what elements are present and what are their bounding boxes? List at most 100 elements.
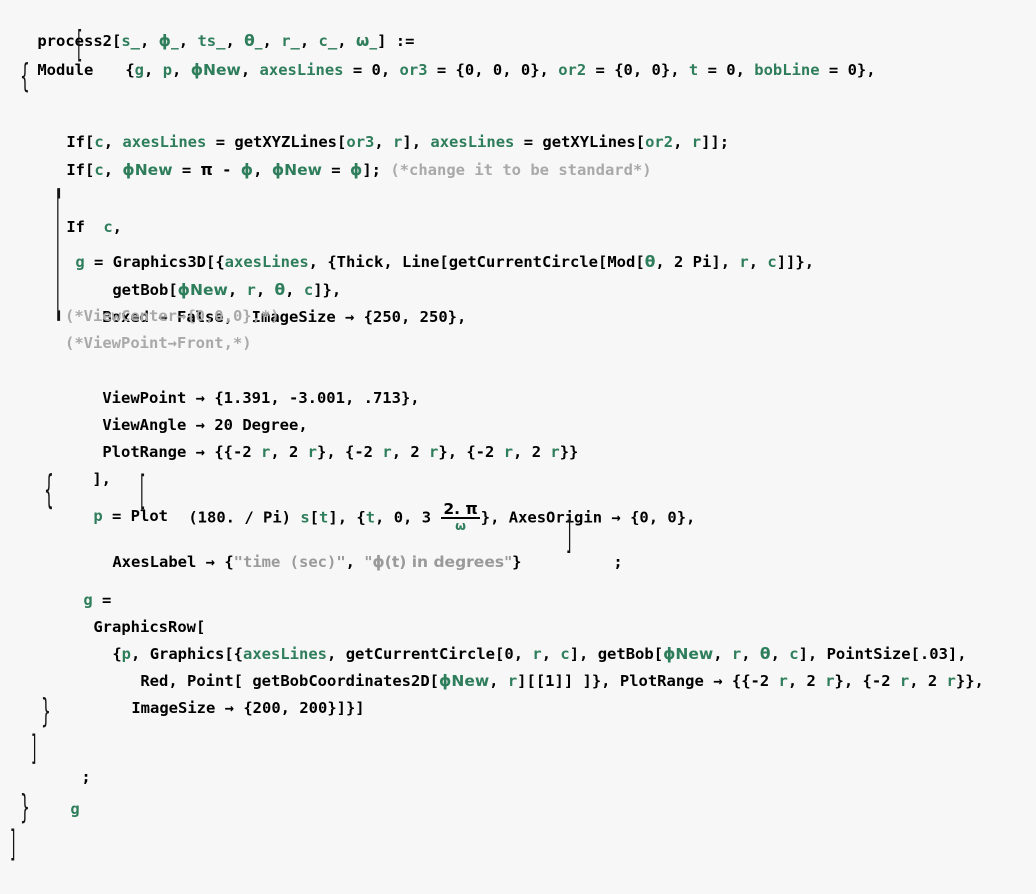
local-g: g [134,60,145,79]
code-line-7-cond: c, [66,186,122,236]
range-open: {{-2 [214,442,261,461]
range-sep: }, {-2 [317,442,383,461]
option-imagesize: ImageSize [131,698,216,717]
range-close: }}, [955,671,984,690]
var-g-return: g [70,799,80,818]
local-bobline: bobLine [754,60,820,79]
comma: , [670,60,689,79]
var-r: r [739,252,749,271]
range-sep: , 2 [270,442,308,461]
bracket-open: [ [429,671,439,690]
range-sep: , 2 [909,671,947,690]
semicolon: ; [81,767,91,786]
comma: , [172,60,191,79]
outer-list-close-brace: } [20,788,30,827]
var-r: r [946,671,956,690]
local-t: t [688,60,699,79]
comma: , [720,252,740,271]
range-sep: , 2 [391,442,430,461]
code-line-17b: (180. / Pi) s[t], {t, 0, 3 2. π ω}, AxesO… [151,475,695,532]
code-line-5: If[c, ϕNew = π - ϕ, ϕNew = ϕ]; (*change … [29,129,651,179]
code-line-19: g = [46,559,111,609]
directive-thick: Thick [336,252,384,271]
var-r: r [503,442,514,461]
var-r: r [899,671,910,690]
var-c: c [767,252,777,271]
comma: , [253,160,272,179]
comma: , [383,252,403,271]
var-r: r [307,442,318,461]
comma: , [144,60,163,79]
mod-head: Mod [607,252,636,271]
bracket-open: [ [598,252,608,271]
var-phinew: ϕNew [439,671,490,690]
number: 0 [847,60,857,79]
code-line-18-end: ; [576,521,622,571]
var-phinew: ϕNew [122,160,173,179]
equals: = [321,160,350,179]
var-c: c [94,160,104,179]
comma: , [380,60,400,79]
bracket-close: ] [517,671,527,690]
module-close-bracket-tall: ] [10,823,16,865]
code-line-21: {p, Graphics[{axesLines, getCurrentCircl… [75,613,966,663]
constant-pi: π [200,160,213,179]
statement-end: ]; [710,132,730,151]
range-open: {{-2 [731,671,779,690]
code-line-14: ViewAngle → 20 Degree, [65,384,307,434]
imagesize-value: {200, 200}]}] [243,698,365,717]
var-r: r [825,671,835,690]
plot-group-open-brace: { [44,468,54,513]
code-line-9: getBob[ϕNew, r, θ, c]}, [75,249,341,299]
brace-open: { [125,60,135,79]
equals: = [427,60,456,79]
statement-end: ; [613,552,623,571]
outer-list-open-brace: { [20,57,30,96]
comma: , [103,160,123,179]
brace-close: } [512,552,522,571]
local-axeslines: axesLines [259,60,344,79]
brace-open: { [224,552,234,571]
range-sep: , 2 [513,442,551,461]
code-line-12-comment: (*ViewPoint→Front,*) [65,334,252,352]
code-line-20: GraphicsRow[ [56,586,205,636]
axes-label-x: "time (sec)" [233,552,346,571]
part-index: [[1]] [526,671,574,690]
equals: = [172,160,201,179]
mathematica-code-cell[interactable]: process2[s_, ϕ_, ts_, θ_, r_, c_, ω_] :=… [0,0,1036,894]
code-line-13: ViewPoint → {1.391, -3.001, .713}, [65,357,419,407]
if-head: If [66,160,85,179]
code-line-8: g = Graphics3D[{axesLines, {Thick, Line[… [38,221,814,271]
equals: = [586,60,615,79]
inline-comment [381,161,390,179]
comment-change-standard: (*change it to be standard*) [390,160,652,179]
fn-getcurrentcircle: getCurrentCircle [448,252,598,271]
code-line-4: If[c, axesLines = getXYZLines[or3, r], a… [29,101,729,151]
comma: , [489,671,508,690]
plot-close-bracket-tall: ] [566,514,572,558]
plot-group-close-brace: } [41,692,51,731]
var-phinew-2: ϕNew [271,160,322,179]
bracket-open: [ [439,252,449,271]
statement-end: ]; [362,160,381,179]
var-phi: ϕ [240,160,254,179]
var-phi-2: ϕ [349,160,363,179]
var-r: r [261,442,271,461]
plot-open-bracket-tall: [ [140,467,146,515]
var-r: r [507,671,518,690]
code-line-26: g [33,768,79,818]
brackets-close: ]}, [573,671,620,690]
bracket-open: [ [85,160,95,179]
option-axeslabel: AxesLabel [112,552,197,571]
rule-arrow: → [186,442,215,461]
comma: , [345,552,365,571]
rule-arrow: → [196,552,225,571]
comma: , [240,60,260,79]
comma: , [735,60,755,79]
rule-arrow: → [703,671,732,690]
comma: , [673,132,692,151]
var-r: r [382,442,392,461]
bracket-open: [ [635,252,645,271]
code-line-15: PlotRange → {{-2 r, 2 r}, {-2 r, 2 r}, {… [65,411,578,461]
code-line-16: ], [55,438,111,488]
